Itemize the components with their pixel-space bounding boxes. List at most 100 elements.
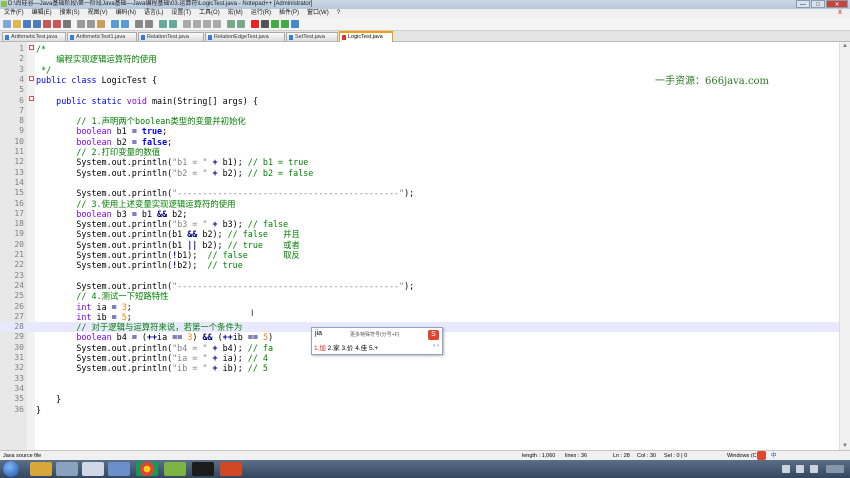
menu-edit[interactable]: 编辑(E) (28, 9, 56, 18)
start-button[interactable] (3, 461, 19, 477)
save-all-icon[interactable] (33, 20, 41, 28)
code-line[interactable]: 8 // 1.声明两个boolean类型的变量并初始化 (0, 116, 840, 126)
code-editor[interactable]: 1/* 2 编程实现逻辑运算符的使用 3 */4 public class Logic… (0, 42, 840, 450)
doc-map-icon[interactable] (227, 20, 235, 28)
code-line[interactable]: 18 System.out.println("b3 = " + b3); // … (0, 219, 840, 229)
code-line[interactable]: 34 (0, 384, 840, 394)
sogou-tray-icon[interactable] (757, 451, 766, 460)
save-macro-icon[interactable] (291, 20, 299, 28)
new-file-icon[interactable] (3, 20, 11, 28)
volume-icon[interactable] (796, 465, 804, 473)
code-line[interactable]: 24 System.out.println("-----------------… (0, 281, 840, 291)
ime-candidate[interactable]: 1.加 (314, 345, 326, 352)
menu-file[interactable]: 文件(F) (0, 9, 28, 18)
code-line[interactable]: 12 System.out.println("b1 = " + b1); // … (0, 157, 840, 167)
show-all-chars-icon[interactable] (203, 20, 211, 28)
scroll-down-icon[interactable]: ▼ (842, 443, 848, 449)
file-explorer-icon[interactable] (30, 462, 52, 476)
code-line[interactable]: 7 (0, 106, 840, 116)
menu-window[interactable]: 窗口(W) (303, 9, 333, 18)
menu-tools[interactable]: 工具(O) (195, 9, 224, 18)
terminal-icon[interactable] (192, 462, 214, 476)
code-line[interactable]: 14 (0, 178, 840, 188)
save-icon[interactable] (23, 20, 31, 28)
redo-icon[interactable] (121, 20, 129, 28)
ime-prev-page-icon[interactable]: ‹ (433, 343, 435, 349)
code-line[interactable]: 16 // 3.使用上述变量实现逻辑运算符的使用 (0, 199, 840, 209)
ime-candidate[interactable]: 5.+ (369, 345, 378, 352)
code-line[interactable]: 21 System.out.println(!b1); // false 取反 (0, 250, 840, 260)
cut-icon[interactable] (77, 20, 85, 28)
document-app-icon[interactable] (108, 462, 130, 476)
code-line[interactable]: 19 System.out.println(b1 && b2); // fals… (0, 229, 840, 239)
menu-settings[interactable]: 设置(T) (167, 9, 195, 18)
ime-candidate-window[interactable]: jia 更多特殊符号(分号+F) S 1.加 2.家 3.价 4.佳 5.+ ‹… (311, 327, 443, 355)
tab-relationtest[interactable]: RelationTest.java (138, 32, 204, 41)
undo-icon[interactable] (111, 20, 119, 28)
play-macro-icon[interactable] (271, 20, 279, 28)
notepad-taskbar-icon[interactable] (82, 462, 104, 476)
code-line[interactable]: 1 /* (0, 44, 840, 54)
print-icon[interactable] (63, 20, 71, 28)
menu-run[interactable]: 运行(R) (247, 9, 275, 18)
ime-next-page-icon[interactable]: › (437, 343, 439, 349)
tab-settest[interactable]: SetTest.java (286, 32, 338, 41)
code-line[interactable]: 20 System.out.println(b1 || b2); // true… (0, 240, 840, 250)
tab-relationedgetest[interactable]: RelationEdgeTest.java (205, 32, 285, 41)
ime-candidate[interactable]: 2.家 (328, 345, 340, 352)
code-line[interactable]: 33 (0, 374, 840, 384)
indent-guide-icon[interactable] (213, 20, 221, 28)
code-line[interactable]: 9 boolean b1 = true; (0, 126, 840, 136)
run-macro-multiple-icon[interactable] (281, 20, 289, 28)
copy-icon[interactable] (87, 20, 95, 28)
paste-icon[interactable] (97, 20, 105, 28)
sync-scroll-icon[interactable] (183, 20, 191, 28)
maximize-button[interactable]: □ (811, 0, 825, 8)
code-line[interactable]: 25 // 4.测试一下短路特性 (0, 291, 840, 301)
vertical-scrollbar[interactable]: ▲ ▼ (839, 42, 850, 450)
code-line[interactable]: 17 boolean b3 = b1 && b2; (0, 209, 840, 219)
menu-encoding[interactable]: 编码(N) (112, 9, 140, 18)
code-line[interactable]: 22 System.out.println(!b2); // true (0, 260, 840, 270)
code-line[interactable]: 35 } (0, 394, 840, 404)
code-line[interactable]: 2 编程实现逻辑运算符的使用 (0, 54, 840, 64)
chrome-icon[interactable] (136, 462, 158, 476)
menu-help[interactable]: ? (333, 9, 344, 18)
code-line[interactable]: 10 boolean b2 = false; (0, 137, 840, 147)
code-line[interactable]: 6 public static void main(String[] args)… (0, 96, 840, 106)
ime-candidate[interactable]: 3.价 (341, 345, 353, 352)
menu-view[interactable]: 视图(V) (84, 9, 112, 18)
stop-macro-icon[interactable] (261, 20, 269, 28)
close-all-icon[interactable] (53, 20, 61, 28)
zoom-in-icon[interactable] (159, 20, 167, 28)
word-wrap-icon[interactable] (193, 20, 201, 28)
code-line[interactable]: 11 // 2.打印变量的数值 (0, 147, 840, 157)
replace-icon[interactable] (145, 20, 153, 28)
zoom-out-icon[interactable] (169, 20, 177, 28)
tab-logictest[interactable]: LogicTest.java (339, 31, 393, 42)
find-icon[interactable] (135, 20, 143, 28)
code-line[interactable]: 13 System.out.println("b2 = " + b2); // … (0, 168, 840, 178)
menu-macro[interactable]: 宏(M) (224, 9, 247, 18)
tab-arithmetictest1[interactable]: ArithmeticTest1.java (67, 32, 137, 41)
battery-icon[interactable] (810, 465, 818, 473)
code-line[interactable]: 36} (0, 405, 840, 415)
close-file-icon[interactable] (43, 20, 51, 28)
tab-arithmetictest[interactable]: ArithmeticTest.java (2, 32, 66, 41)
powerpoint-icon[interactable] (220, 462, 242, 476)
clock-area[interactable] (826, 465, 844, 473)
settings-app-icon[interactable] (56, 462, 78, 476)
network-icon[interactable] (782, 465, 790, 473)
record-macro-icon[interactable] (251, 20, 259, 28)
minimize-button[interactable]: — (796, 0, 810, 8)
code-line[interactable]: 32 System.out.println("ib = " + ib); // … (0, 363, 840, 373)
code-line[interactable]: 15 System.out.println("-----------------… (0, 188, 840, 198)
notepadpp-taskbar-icon[interactable] (164, 462, 186, 476)
open-file-icon[interactable] (13, 20, 21, 28)
scroll-up-icon[interactable]: ▲ (842, 43, 848, 49)
code-line[interactable]: 23 (0, 271, 840, 281)
menu-search[interactable]: 搜索(S) (56, 9, 84, 18)
code-line[interactable]: 27 int ib = 5; (0, 312, 840, 322)
menu-language[interactable]: 语言(L) (140, 9, 167, 18)
close-button[interactable]: ✕ (826, 0, 848, 8)
